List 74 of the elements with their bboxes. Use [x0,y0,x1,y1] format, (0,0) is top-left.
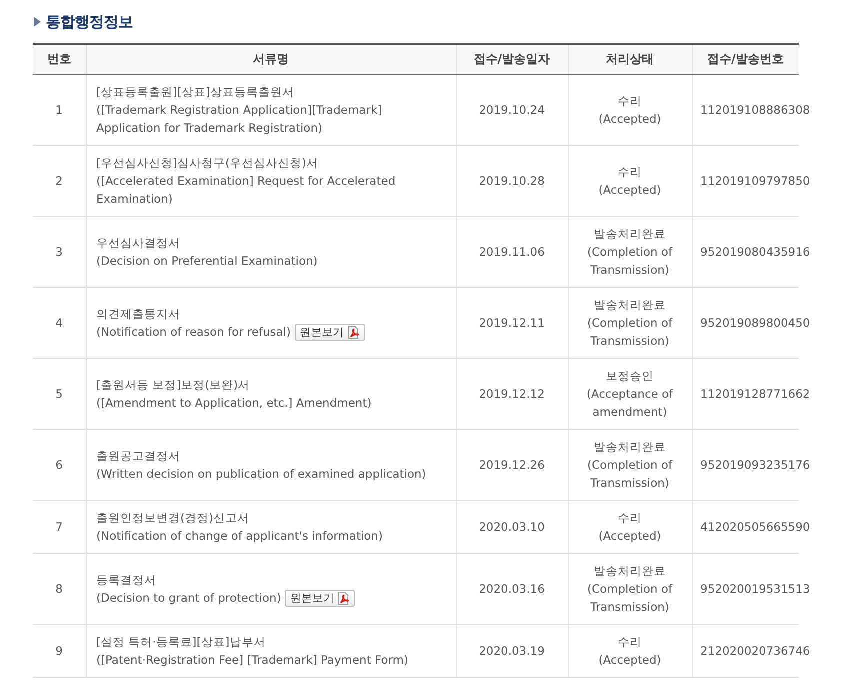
status: 발송처리완료 [593,226,667,243]
row-number: 8 [56,582,63,596]
date: 2020.03.19 [479,644,545,658]
document-number: 952019093235176 [700,458,810,472]
column-header: 서류명 [86,44,456,74]
status: 수리 [617,164,643,181]
document-description: (Decision on Preferential Examination) [96,254,318,268]
status: 발송처리완료 [593,563,667,580]
document-title: [우선심사신청]심사청구(우선심사신청)서 [96,155,320,172]
document-title: [상표등록출원][상표]상표등록출원서 [96,84,296,101]
column-header: 처리상태 [568,44,692,74]
status-description: (Completion of Transmission) [586,581,674,616]
document-description: (Notification of change of applicant's information) [96,529,383,543]
status: 수리 [617,510,643,527]
pdf-icon [347,326,360,340]
column-header: 접수/발송번호 [692,44,799,74]
document-number: 112019109797850 [700,174,810,188]
date: 2020.03.10 [479,520,545,534]
document-number: 952020019531513 [700,582,810,596]
document-number: 952019089800450 [700,316,810,330]
document-description: ([Accelerated Examination] Request for Accelerated Examination) [96,174,396,206]
date: 2019.12.26 [479,458,545,472]
status-description: (Accepted) [598,182,662,199]
pdf-icon [337,592,350,606]
row-number: 1 [56,103,63,117]
view-original-button[interactable]: 원본보기 [285,590,356,608]
document-number: 212020020736746 [700,644,810,658]
column-header: 번호 [33,44,86,74]
status-description: (Accepted) [598,652,662,669]
status: 발송처리완료 [593,439,667,456]
document-description: (Decision to grant of protection) [96,590,282,605]
status-description: (Accepted) [598,528,662,545]
document-description: (Notification of reason for refusal) [96,324,292,339]
document-number: 952019080435916 [700,245,810,259]
document-number: 112019128771662 [700,387,810,401]
row-number: 2 [56,174,63,188]
row-number: 5 [56,387,63,401]
document-title: 출원공고결정서 [96,448,182,465]
row-number: 4 [56,316,63,330]
date: 2019.12.12 [479,387,545,401]
row-number: 9 [56,644,63,658]
status: 수리 [617,634,643,651]
document-title: [출원서등 보정]보정(보완)서 [96,377,252,394]
status: 발송처리완료 [593,297,667,314]
status-description: (Acceptance of amendment) [586,386,674,421]
document-title: 우선심사결정서 [96,235,182,252]
status-description: (Completion of Transmission) [586,244,674,279]
document-number: 112019108886308 [700,103,810,117]
document-title: 의견제출통지서 [96,306,182,323]
status: 보정승인 [605,368,655,385]
view-original-button[interactable]: 원본보기 [295,324,366,342]
document-number: 412020505665590 [700,520,810,534]
document-description: (Written decision on publication of examined application) [96,467,426,481]
column-header: 접수/발송일자 [456,44,568,74]
date: 2019.10.24 [479,103,545,117]
date: 2019.10.28 [479,174,545,188]
date: 2019.11.06 [479,245,545,259]
page-title: 통합행정정보 [46,12,133,32]
row-number: 3 [56,245,63,259]
date: 2020.03.16 [479,582,545,596]
row-number: 7 [56,520,63,534]
status-description: (Completion of Transmission) [586,457,674,492]
date: 2019.12.11 [479,316,545,330]
document-title: 등록결정서 [96,572,158,589]
document-description: ([Amendment to Application, etc.] Amendment) [96,396,372,410]
document-title: 출원인정보변경(경정)신고서 [96,510,250,527]
bullet-icon [33,17,42,27]
document-description: ([Patent·Registration Fee] [Trademark] Payment Form) [96,653,408,667]
document-title: [설정 특허·등록료][상표]납부서 [96,634,267,651]
status-description: (Accepted) [598,111,662,128]
document-description: ([Trademark Registration Application][Trademark] Application for Trademark Registration) [96,103,382,135]
row-number: 6 [56,458,63,472]
status: 수리 [617,93,643,110]
status-description: (Completion of Transmission) [586,315,674,350]
